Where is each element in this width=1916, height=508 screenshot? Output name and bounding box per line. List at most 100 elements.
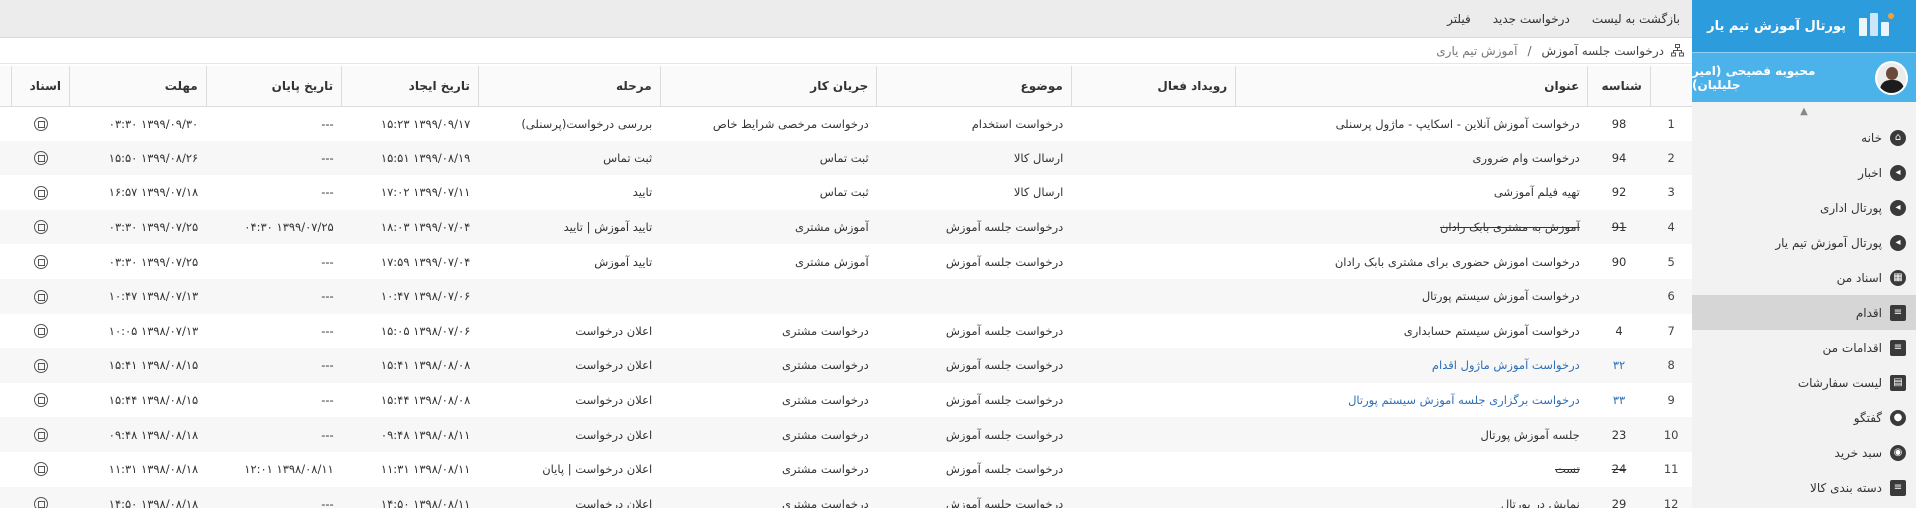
row-title[interactable]: درخواست آموزش آنلاین - اسکایپ - ماژول پر… [1236,106,1588,141]
sidebar-item[interactable]: سبد خرید ◉ [1692,435,1916,470]
row-stage: اعلان درخواست [478,417,661,452]
row-stage: تایید [632,185,653,200]
row-spacer [0,348,12,383]
table-row[interactable]: 5 90 درخواست اموزش حضوری برای مشتری بابک ر… [0,244,1692,279]
row-title[interactable]: درخواست وام ضروری [1235,140,1588,176]
row-title[interactable]: درخواست اموزش حضوری برای مشتری بابک رادا… [1236,244,1588,279]
attachment-icon[interactable] [33,358,48,373]
user-profile[interactable]: محبوبه فصیحی (امیر جلیلیان) [1692,52,1916,102]
filter-button[interactable]: فیلتر [1447,12,1471,26]
row-docs [12,452,70,487]
row-id [1587,278,1651,314]
row-title[interactable]: تست [1236,452,1588,487]
attachment-icon[interactable] [33,151,48,166]
table-row[interactable]: 11 24 تست درخواست جلسه آموزش درخواست مشتری اع… [0,452,1692,487]
row-subject: درخواست جلسه آموزش [876,417,1072,452]
list-icon: ≡ [1890,339,1906,356]
col-docs-header[interactable]: اسناد [11,66,70,107]
row-active-event [1071,209,1236,245]
row-active-event [1071,244,1235,279]
table-row[interactable]: 4 91 آموزش به مشتری بابک رادان درخواست جلسه… [0,209,1692,245]
sidebar-item-label: خانه [1861,130,1882,145]
sidebar-item-label: اقدامات من [1822,340,1882,355]
col-workflow-header[interactable]: جریان کار [659,66,877,107]
row-deadline: ۱۳۹۹/۰۷/۲۵ ۰۳:۳۰ [69,209,207,245]
sidebar-item[interactable]: گفتگو ● [1692,400,1916,435]
row-deadline: ۱۳۹۹/۰۸/۲۶ ۱۵:۵۰ [69,140,207,176]
table-row[interactable]: 2 94 درخواست وام ضروری ارسال کالا ثبت تماس ثب… [0,140,1692,176]
col-deadline-header[interactable]: مهلت [69,66,207,107]
toolbar: فیلتر درخواست جدید بازگشت به لیست [0,0,1692,38]
table-row[interactable]: 6 درخواست آموزش سیستم پورتال ۱۳۹۸/۰۷/۰۶ ۱۰… [0,278,1692,314]
avatar [1874,60,1908,95]
sidebar-item[interactable]: اقدام ≡ [1692,295,1916,330]
row-deadline: ۱۳۹۸/۰۷/۱۳ ۱۰:۰۵ [108,323,199,338]
sidebar-item[interactable]: دسته بندی کالا ≡ [1692,470,1916,505]
sidebar-item-label: سبد خرید [1834,445,1882,460]
sidebar-item[interactable]: پورتال آموزش تیم یار ◂ [1692,225,1916,260]
row-subject: درخواست جلسه آموزش [876,486,1072,508]
table-row[interactable]: 9 ۳۳ درخواست برگزاری جلسه آموزش سیستم پورت… [0,383,1692,418]
row-docs [12,175,70,210]
sidebar-item[interactable]: لیست سفارشات ▤ [1692,365,1916,400]
table-row[interactable]: 3 92 تهیه فیلم آموزشی ارسال کالا ثبت تماس تای… [0,175,1692,210]
row-title[interactable]: آموزش به مشتری بابک رادان [1235,209,1588,245]
col-end-header[interactable]: تاریخ پایان [205,66,342,107]
row-docs [12,314,70,349]
row-title[interactable]: درخواست برگزاری جلسه آموزش سیستم پورتال [1236,383,1588,418]
row-spacer [0,244,12,279]
attachment-icon[interactable] [33,427,48,442]
brand-bar[interactable]: پورتال آموزش تیم یار [1692,0,1916,52]
table-row[interactable]: 1 98 درخواست آموزش آنلاین - اسکایپ - ماژول… [0,106,1692,141]
row-subject: درخواست جلسه آموزش [945,323,1064,338]
attachment-icon[interactable] [33,393,48,408]
row-docs [11,348,70,383]
col-id-header[interactable]: شناسه [1587,66,1651,107]
row-subject [876,278,1072,314]
row-end: ۱۳۹۸/۰۸/۱۱ ۱۲:۰۱ [244,462,334,477]
row-title[interactable]: تهیه فیلم آموزشی [1236,175,1588,210]
attachment-icon[interactable] [33,462,48,477]
row-title[interactable]: نمایش در پورتال [1235,486,1588,508]
table-row[interactable]: 8 ۳۲ درخواست آموزش ماژول اقدام درخواست جلسه… [0,348,1692,383]
col-stage-header[interactable]: مرحله [477,66,661,107]
back-to-list-button[interactable]: بازگشت به لیست [1592,12,1680,26]
attachment-icon[interactable] [33,289,48,304]
sidebar-item[interactable]: خانه ⌂ [1692,120,1916,155]
col-active-event-header[interactable]: رویداد فعال [1070,66,1236,107]
sidebar-item[interactable]: اقدامات من ≡ [1692,330,1916,365]
row-deadline: ۱۳۹۹/۰۷/۱۸ ۱۶:۵۷ [108,185,199,200]
sidebar-item[interactable]: اسناد من ▦ [1692,260,1916,295]
table-row[interactable]: 7 4 درخواست آموزش سیستم حسابداری درخواست جل… [0,314,1692,349]
row-stage [478,278,661,314]
row-active-event [1071,348,1236,383]
table-row[interactable]: 12 29 نمایش در پورتال درخواست جلسه آموزش درخ… [0,486,1692,508]
attachment-icon[interactable] [33,220,48,235]
sidebar-item[interactable]: اخبار ◂ [1692,155,1916,190]
app: پورتال آموزش تیم یار محبوبه فصیحی (امیر … [0,0,1916,508]
col-subject-header[interactable]: موضوع [876,66,1072,107]
row-workflow: ثبت تماس [819,185,869,200]
attachment-icon[interactable] [33,116,48,131]
attachment-icon[interactable] [33,497,48,508]
attachment-icon[interactable] [33,185,48,200]
attachment-icon[interactable] [33,254,48,269]
row-title[interactable]: درخواست آموزش سیستم پورتال [1235,278,1588,314]
row-title[interactable]: درخواست آموزش سیستم حسابداری [1236,314,1588,349]
new-request-button[interactable]: درخواست جدید [1493,12,1570,26]
row-title[interactable]: جلسه آموزش پورتال [1235,417,1588,452]
attachment-icon[interactable] [33,324,48,339]
collapse-up-icon[interactable]: ▲ [1692,102,1916,120]
row-end: --- [321,393,334,408]
row-stage: اعلان درخواست [575,323,653,338]
row-docs [11,278,70,314]
sidebar-item-label: پورتال اداری [1819,200,1882,215]
col-created-header[interactable]: تاریخ ایجاد [341,66,479,107]
sidebar-item[interactable]: پورتال اداری ◂ [1692,190,1916,225]
col-title-header[interactable]: عنوان [1235,66,1588,107]
table-row[interactable]: 10 23 جلسه آموزش پورتال درخواست جلسه آموزش د… [0,417,1692,452]
row-docs [11,486,70,508]
breadcrumb-parent[interactable]: درخواست جلسه آموزش [1542,44,1665,58]
row-title[interactable]: درخواست آموزش ماژول اقدام [1235,348,1588,383]
row-stage: اعلان درخواست | پایان [542,462,653,477]
